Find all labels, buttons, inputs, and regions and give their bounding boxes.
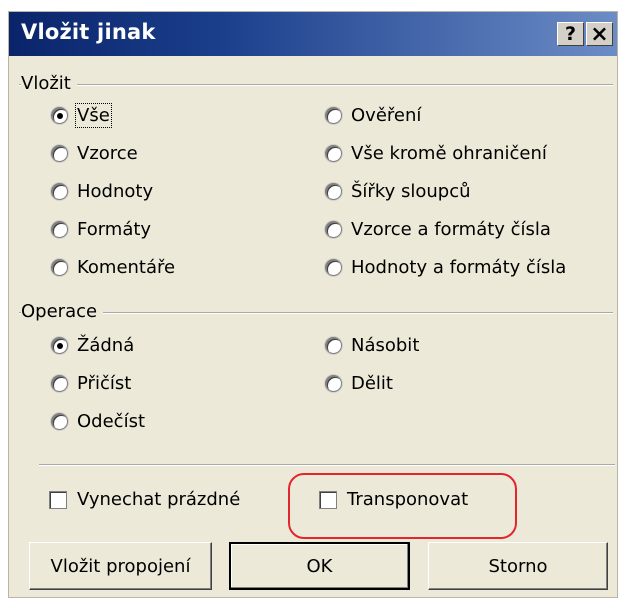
radio-paste-all-except-borders[interactable]: Vše kromě ohraničení bbox=[325, 143, 547, 164]
radio-label: Vzorce bbox=[77, 143, 138, 164]
radio-circle bbox=[51, 413, 68, 430]
radio-circle bbox=[51, 145, 68, 162]
radio-operation-add[interactable]: Přičíst bbox=[51, 373, 131, 394]
radio-paste-formats[interactable]: Formáty bbox=[51, 219, 151, 240]
help-icon: ? bbox=[564, 23, 577, 45]
checkbox-box bbox=[319, 490, 337, 509]
operation-group-line bbox=[19, 312, 613, 314]
radio-label: Vzorce a formáty čísla bbox=[351, 219, 551, 240]
radio-circle bbox=[51, 337, 68, 354]
radio-label: Odečíst bbox=[77, 411, 146, 432]
radio-circle bbox=[51, 183, 68, 200]
radio-paste-formulas-number-formats[interactable]: Vzorce a formáty čísla bbox=[325, 219, 551, 240]
checkbox-skip-blanks[interactable]: Vynechat prázdné bbox=[49, 489, 240, 510]
radio-label: Komentáře bbox=[77, 257, 176, 278]
cancel-button[interactable]: Storno bbox=[428, 542, 608, 590]
radio-label: Vše kromě ohraničení bbox=[351, 143, 547, 164]
radio-circle bbox=[51, 221, 68, 238]
checkbox-box bbox=[49, 490, 67, 509]
close-button[interactable]: × bbox=[586, 21, 613, 47]
paste-group-line bbox=[19, 84, 613, 86]
radio-label: Formáty bbox=[77, 219, 152, 240]
radio-operation-subtract[interactable]: Odečíst bbox=[51, 411, 145, 432]
radio-paste-column-widths[interactable]: Šířky sloupců bbox=[325, 181, 471, 202]
radio-label: Násobit bbox=[351, 335, 420, 356]
radio-paste-values[interactable]: Hodnoty bbox=[51, 181, 153, 202]
help-button[interactable]: ? bbox=[557, 22, 584, 46]
operation-group-label: Operace bbox=[21, 301, 104, 322]
radio-circle bbox=[325, 183, 342, 200]
checkbox-label: Vynechat prázdné bbox=[77, 489, 241, 510]
radio-operation-multiply[interactable]: Násobit bbox=[325, 335, 419, 356]
radio-label: Žádná bbox=[77, 335, 135, 356]
paste-link-button[interactable]: Vložit propojení bbox=[29, 542, 212, 590]
radio-paste-comments[interactable]: Komentáře bbox=[51, 257, 175, 278]
radio-operation-none[interactable]: Žádná bbox=[51, 335, 134, 356]
radio-dot bbox=[56, 342, 63, 349]
radio-label: Přičíst bbox=[77, 373, 132, 394]
radio-label: Šířky sloupců bbox=[351, 181, 471, 202]
radio-label: Vše bbox=[75, 103, 112, 128]
radio-circle bbox=[325, 107, 342, 124]
radio-label: Dělit bbox=[351, 373, 393, 394]
radio-operation-divide[interactable]: Dělit bbox=[325, 373, 393, 394]
radio-circle bbox=[51, 375, 68, 392]
separator bbox=[39, 464, 615, 466]
radio-circle bbox=[325, 145, 342, 162]
radio-paste-validation[interactable]: Ověření bbox=[325, 105, 421, 126]
paste-special-dialog: Vložit jinak ? × Vložit Vše Vzorce Hodno… bbox=[8, 11, 618, 598]
radio-dot bbox=[56, 112, 63, 119]
radio-label: Ověření bbox=[351, 105, 422, 126]
checkbox-transpose[interactable]: Transponovat bbox=[319, 489, 468, 510]
title-bar[interactable]: Vložit jinak ? × bbox=[9, 12, 617, 56]
radio-circle bbox=[325, 337, 342, 354]
radio-circle bbox=[51, 107, 68, 124]
radio-circle bbox=[325, 375, 342, 392]
radio-label: Hodnoty bbox=[77, 181, 154, 202]
radio-circle bbox=[325, 259, 342, 276]
paste-group-label: Vložit bbox=[21, 73, 77, 94]
ok-button[interactable]: OK bbox=[229, 542, 410, 590]
radio-paste-formulas[interactable]: Vzorce bbox=[51, 143, 138, 164]
radio-label: Hodnoty a formáty čísla bbox=[351, 257, 567, 278]
radio-paste-values-number-formats[interactable]: Hodnoty a formáty čísla bbox=[325, 257, 566, 278]
checkbox-label: Transponovat bbox=[347, 489, 469, 510]
radio-circle bbox=[51, 259, 68, 276]
radio-paste-all[interactable]: Vše bbox=[51, 103, 112, 128]
radio-circle bbox=[325, 221, 342, 238]
dialog-title: Vložit jinak bbox=[21, 20, 156, 44]
close-icon: × bbox=[590, 21, 609, 47]
